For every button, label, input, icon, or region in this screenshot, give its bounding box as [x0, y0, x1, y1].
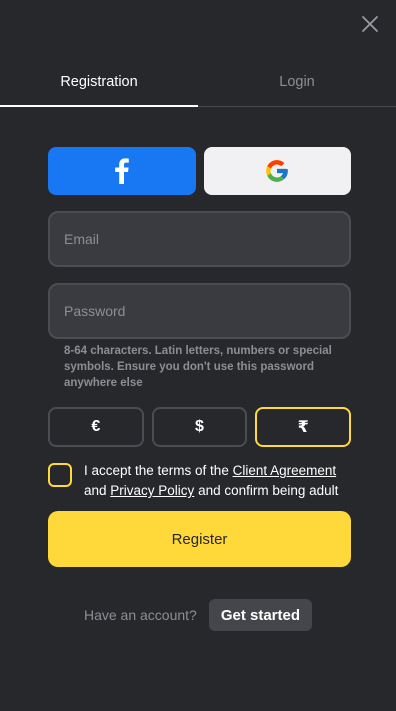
auth-tabs: Registration Login	[0, 58, 396, 107]
terms-text: I accept the terms of the Client Agreeme…	[84, 461, 358, 501]
google-login-button[interactable]	[203, 147, 351, 195]
registration-modal: Registration Login 8-64 characters. Lati…	[0, 0, 396, 711]
close-icon	[362, 16, 378, 32]
footer: Have an account? Get started	[0, 599, 396, 631]
register-button[interactable]: Register	[48, 511, 351, 567]
currency-selector: € $ ₹	[48, 407, 352, 447]
tab-registration[interactable]: Registration	[0, 58, 198, 107]
email-input[interactable]	[50, 213, 349, 265]
terms-and: and	[84, 483, 111, 498]
terms-checkbox[interactable]	[48, 463, 72, 487]
password-field-wrapper	[48, 283, 351, 339]
facebook-icon	[114, 158, 129, 184]
close-button[interactable]	[358, 12, 382, 36]
terms-row: I accept the terms of the Client Agreeme…	[48, 461, 358, 501]
password-input[interactable]	[50, 285, 349, 337]
currency-inr-button[interactable]: ₹	[255, 407, 352, 447]
social-login-group	[48, 147, 351, 195]
terms-suffix: and confirm being adult	[194, 483, 339, 498]
email-field-wrapper	[48, 211, 351, 267]
facebook-login-button[interactable]	[48, 147, 196, 195]
get-started-button[interactable]: Get started	[208, 599, 313, 631]
client-agreement-link[interactable]: Client Agreement	[233, 463, 337, 478]
currency-usd-button[interactable]: $	[151, 407, 248, 447]
have-account-text: Have an account?	[83, 607, 197, 623]
google-icon	[266, 160, 289, 182]
privacy-policy-link[interactable]: Privacy Policy	[110, 483, 194, 498]
password-hint: 8-64 characters. Latin letters, numbers …	[64, 345, 332, 389]
tab-login[interactable]: Login	[198, 58, 396, 106]
currency-eur-button[interactable]: €	[48, 407, 144, 447]
terms-prefix: I accept the terms of the	[84, 463, 233, 478]
